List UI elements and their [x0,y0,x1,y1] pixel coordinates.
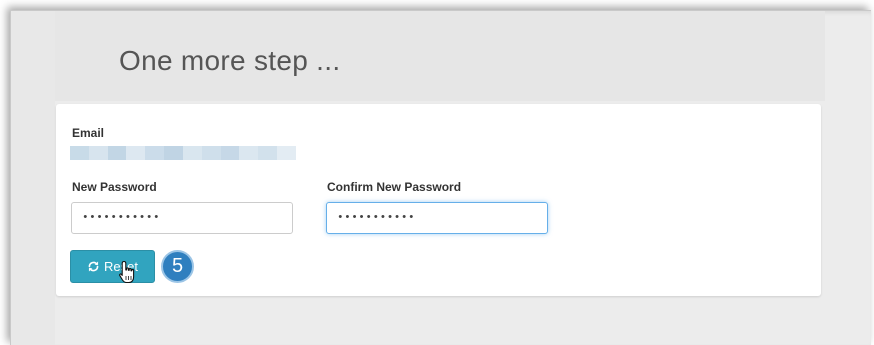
new-password-label: New Password [72,180,157,194]
hand-pointer-cursor-icon [118,260,138,286]
step-badge: 5 [161,250,194,283]
page-title: One more step ... [119,45,341,76]
reset-password-card: Email New Password Confirm New Password … [56,104,821,296]
page-frame: One more step ... Email New Password Con… [10,10,871,345]
new-password-input[interactable] [71,202,293,234]
email-value-redacted [70,146,296,160]
confirm-password-input[interactable] [326,202,548,234]
reset-button[interactable]: Reset [70,250,155,283]
confirm-password-label: Confirm New Password [327,180,462,194]
refresh-icon [87,260,100,273]
left-gutter [11,11,55,345]
email-label: Email [72,126,105,140]
